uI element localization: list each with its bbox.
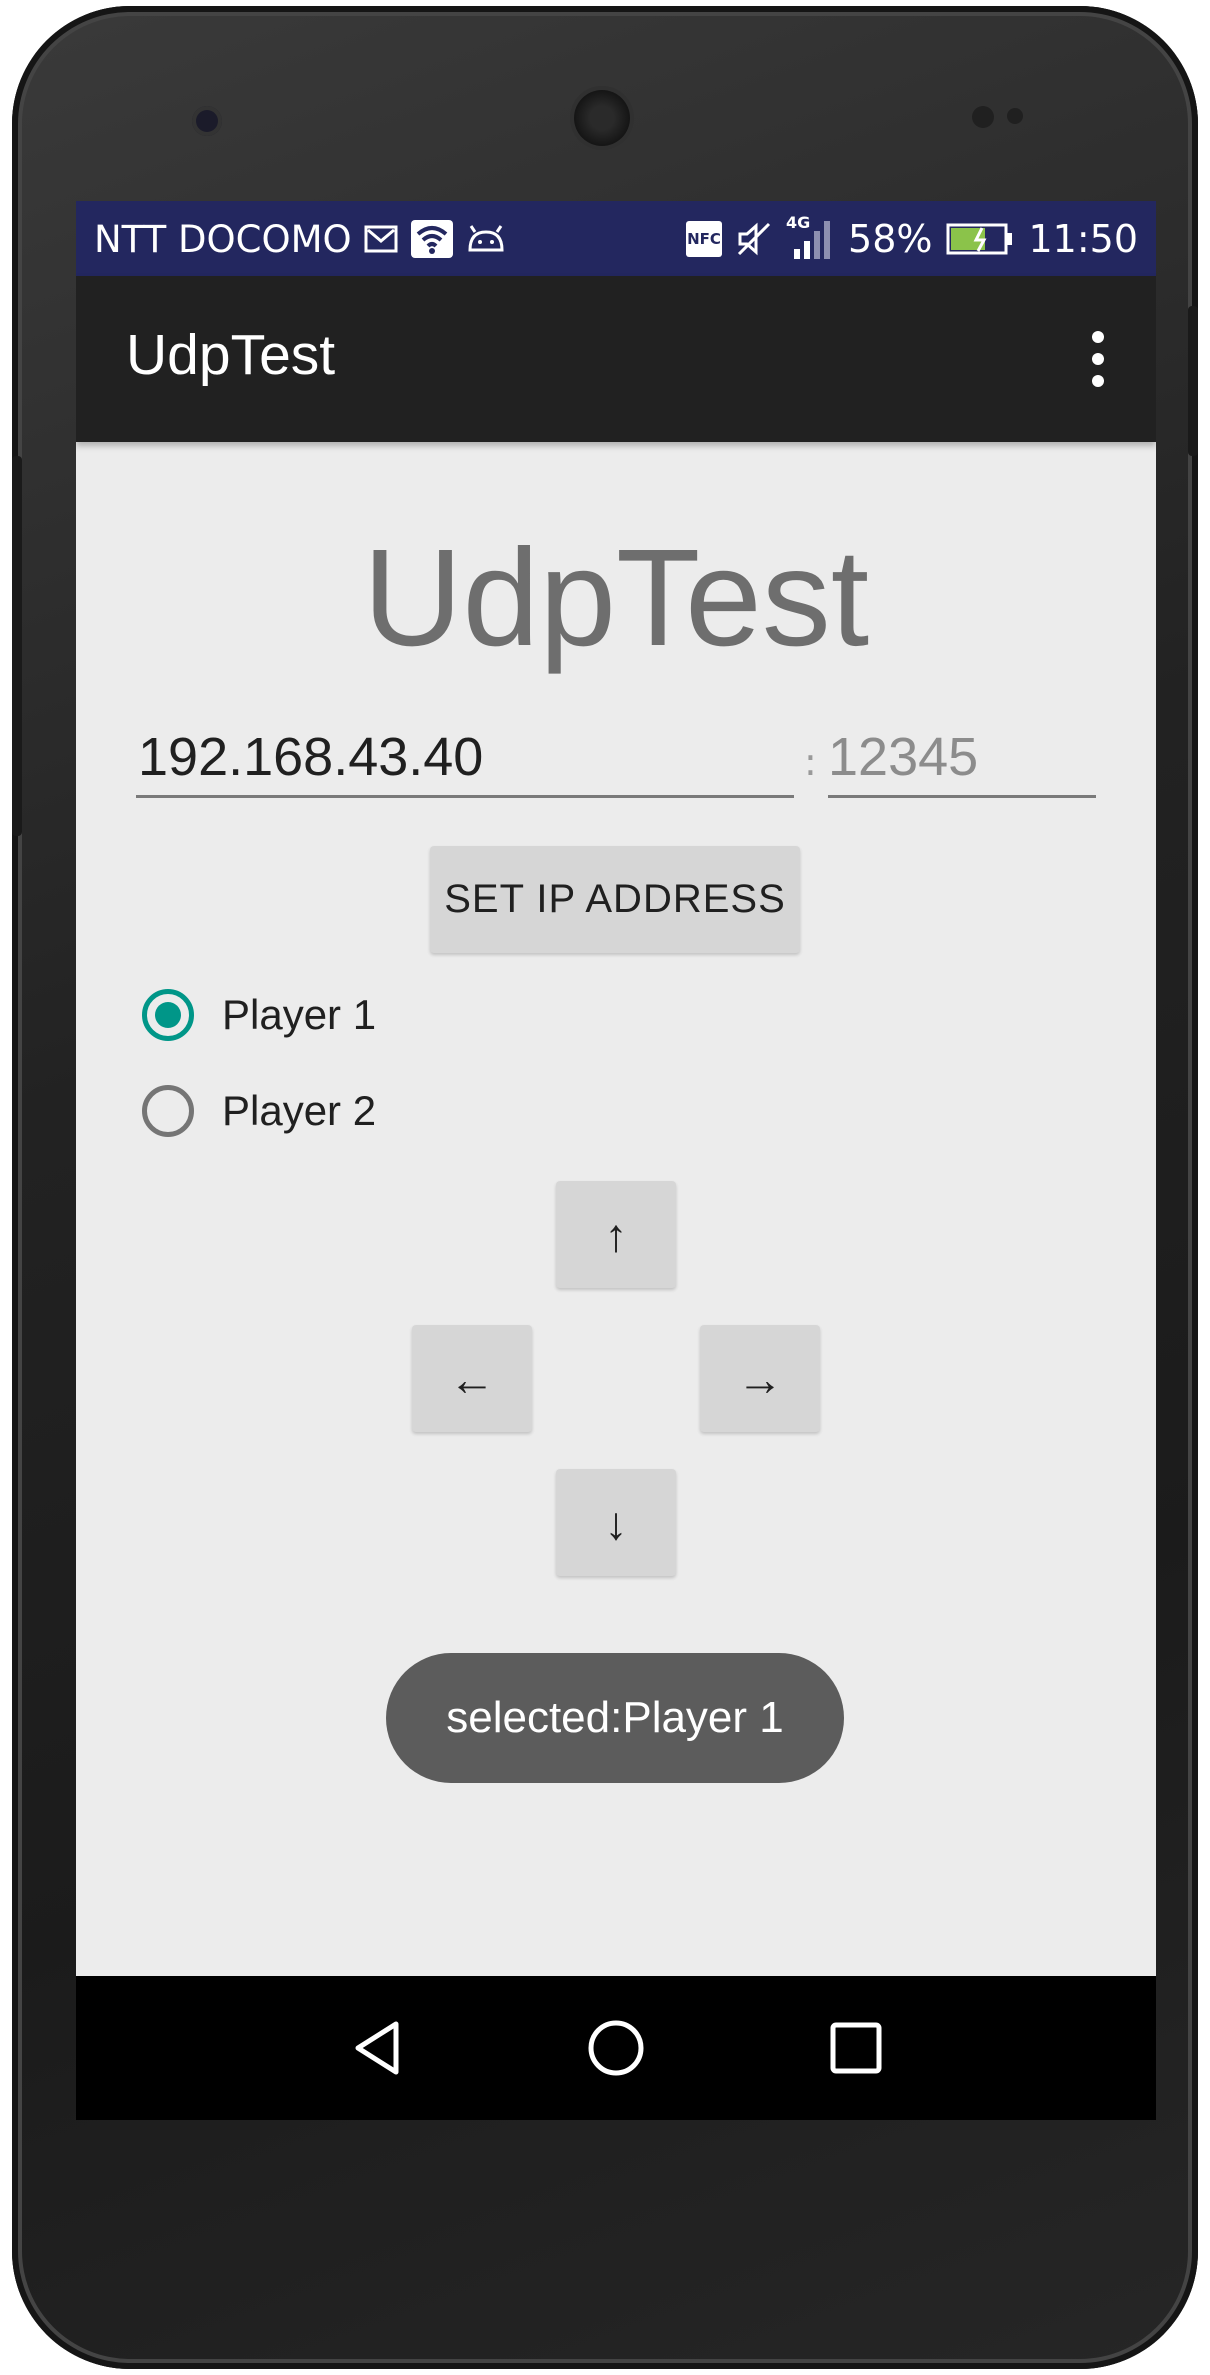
signal-icon: 4G [786, 213, 834, 261]
radio-button-checked[interactable] [142, 989, 194, 1041]
proximity-sensor [972, 106, 994, 128]
ip-address-input[interactable]: 192.168.43.40 [136, 716, 794, 798]
menu-dot [1092, 331, 1104, 343]
volume-button [12, 456, 22, 836]
down-arrow-button[interactable]: ↓ [556, 1469, 676, 1576]
mute-icon [736, 221, 772, 257]
set-ip-address-button[interactable]: SET IP ADDRESS [430, 846, 800, 953]
recents-icon[interactable] [826, 2018, 886, 2078]
status-bar-left: NTT DOCOMO [94, 215, 506, 263]
page-title: UdpTest [362, 521, 870, 675]
battery-icon [946, 222, 1014, 256]
radio-label: Player 1 [222, 991, 377, 1038]
nfc-label: NFC [687, 230, 721, 248]
right-arrow-button[interactable]: → [700, 1325, 820, 1432]
android-icon [466, 224, 506, 254]
battery-percent: 58% [848, 217, 933, 261]
radio-player-2[interactable]: Player 2 [142, 1079, 376, 1143]
overflow-menu-icon[interactable] [1090, 331, 1106, 387]
status-bar: NTT DOCOMO NFC 4G 58% 11:50 [76, 201, 1156, 276]
carrier-name: NTT DOCOMO [94, 217, 352, 261]
menu-dot [1092, 353, 1104, 365]
nfc-icon: NFC [686, 221, 723, 257]
up-arrow-button[interactable]: ↑ [556, 1181, 676, 1288]
back-icon[interactable] [348, 2018, 408, 2078]
radio-player-1[interactable]: Player 1 [142, 983, 376, 1047]
app-bar: UdpTest [76, 276, 1156, 442]
home-icon[interactable] [586, 2018, 646, 2078]
left-arrow-button[interactable]: ← [412, 1325, 532, 1432]
radio-label: Player 2 [222, 1087, 377, 1134]
port-input[interactable]: 12345 [828, 716, 1096, 798]
menu-dot [1092, 375, 1104, 387]
port-separator: : [804, 740, 817, 784]
wifi-icon [410, 219, 454, 259]
phone-frame: NTT DOCOMO NFC 4G 58% 11:50 UdpTest UdpT… [12, 6, 1198, 2369]
status-bar-right: NFC 4G 58% 11:50 [686, 213, 1138, 263]
app-bar-title: UdpTest [126, 323, 336, 387]
earpiece-speaker [574, 90, 630, 146]
power-button [1188, 306, 1198, 456]
screen: NTT DOCOMO NFC 4G 58% 11:50 UdpTest UdpT… [76, 201, 1156, 2120]
mail-icon [364, 224, 398, 254]
light-sensor [1007, 108, 1023, 124]
navigation-bar [76, 1976, 1156, 2120]
clock: 11:50 [1028, 217, 1138, 261]
front-camera [192, 106, 222, 136]
network-type: 4G [786, 213, 811, 232]
radio-button-unchecked[interactable] [142, 1085, 194, 1137]
toast-message: selected:Player 1 [386, 1653, 844, 1783]
